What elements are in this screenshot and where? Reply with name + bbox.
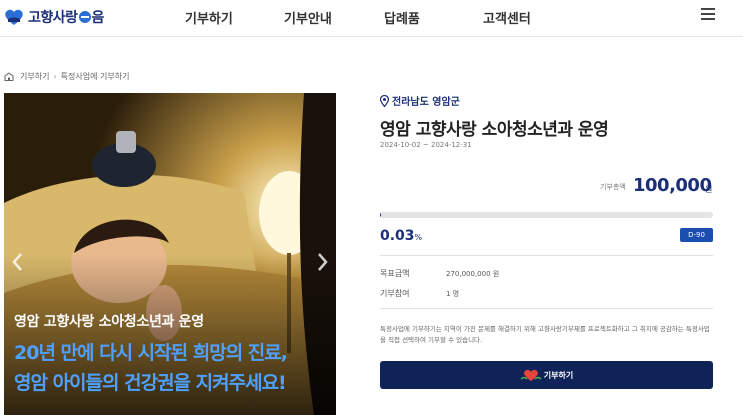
hero-headline-line2: 영암 아이들의 건강권을 지켜주세요! [14, 372, 287, 394]
goal-label: 목표금액 [380, 269, 410, 278]
participants-value: 1 명 [446, 290, 460, 298]
project-period: 2024-10-02 ~ 2024-12-31 [380, 141, 472, 149]
project-region: 전라남도 영암군 [380, 93, 460, 108]
total-unit: 원 [705, 185, 713, 194]
progress-percent: 0.03% [380, 228, 423, 244]
logo-heart-icon [5, 9, 23, 25]
region-label: 전라남도 영암군 [392, 97, 460, 108]
divider [380, 308, 713, 309]
chevron-right-icon[interactable] [314, 251, 330, 273]
hero-headline: 20년 만에 다시 시작된 희망의 진료, 영암 아이들의 건강권을 지켜주세요… [14, 338, 288, 398]
goal-value: 270,000,000 원 [446, 270, 500, 278]
hero-headline-line1: 20년 만에 다시 시작된 희망의 진료, [14, 342, 288, 364]
nav-donation-guide[interactable]: 기부안내 [284, 8, 332, 27]
location-pin-icon [380, 94, 389, 107]
breadcrumb-item-donate[interactable]: 기부하기 [20, 71, 49, 82]
heart-hands-icon [520, 369, 542, 381]
divider [380, 255, 713, 256]
dday-badge: D-90 [680, 228, 713, 242]
progress-bar [380, 212, 713, 218]
nav-donate[interactable]: 기부하기 [185, 8, 233, 27]
nav-customer-center[interactable]: 고객센터 [483, 8, 531, 27]
participants-label: 기부참여 [380, 289, 410, 298]
logo-circle-icon [78, 11, 91, 23]
project-notice: 특정사업에 기부하기는 지역이 가진 문제를 해결하기 위해 고향사랑기부제를 … [380, 325, 710, 344]
nav-gifts[interactable]: 답례품 [384, 8, 420, 27]
site-header: 고향사랑 음 기부하기 기부안내 답례품 고객센터 [0, 0, 743, 37]
donate-button-label: 기부하기 [543, 370, 574, 380]
total-amount: 100,000 [633, 175, 712, 196]
home-icon[interactable] [4, 72, 14, 81]
site-logo[interactable]: 고향사랑 음 [4, 7, 104, 27]
chevron-left-icon[interactable] [10, 251, 26, 273]
hero-subtitle: 영암 고향사랑 소아청소년과 운영 [14, 314, 204, 330]
breadcrumb-separator: › [53, 72, 57, 81]
donate-button[interactable]: 기부하기 [380, 361, 713, 389]
breadcrumb: 기부하기 › 특정사업에 기부하기 [4, 71, 129, 82]
project-title: 영암 고향사랑 소아청소년과 운영 [380, 120, 609, 140]
logo-text: 고향사랑 음 [28, 10, 104, 26]
menu-icon[interactable] [701, 8, 715, 22]
progress-fill [380, 212, 382, 218]
breadcrumb-item-specific-project[interactable]: 특정사업에 기부하기 [61, 71, 130, 82]
total-label: 기부총액 [600, 183, 626, 191]
hero-image: 영암 고향사랑 소아청소년과 운영 20년 만에 다시 시작된 희망의 진료, … [4, 93, 336, 415]
